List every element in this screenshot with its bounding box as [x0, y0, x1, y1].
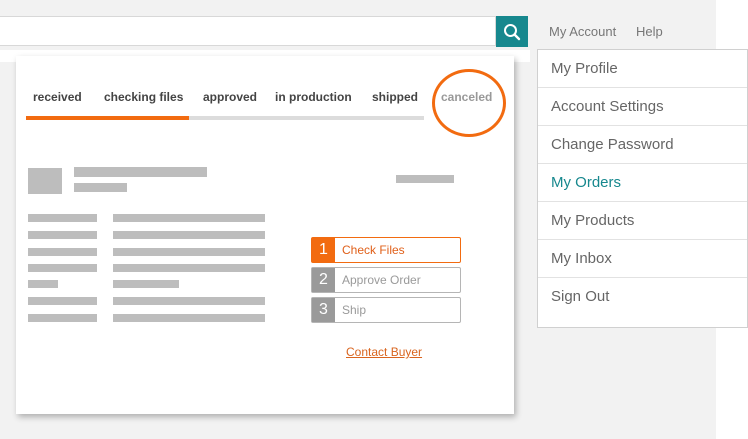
- step-ship-button[interactable]: 3 Ship: [311, 297, 461, 323]
- step-label: Approve Order: [342, 273, 421, 287]
- tab-received[interactable]: received: [33, 90, 82, 104]
- step-label: Check Files: [342, 243, 405, 257]
- step-number: 3: [312, 298, 335, 322]
- step-number: 2: [312, 268, 335, 292]
- contact-buyer-link[interactable]: Contact Buyer: [346, 345, 422, 359]
- value-line: [113, 214, 265, 222]
- order-card: received checking files approved in prod…: [16, 56, 514, 414]
- step-check-files-button[interactable]: 1 Check Files: [311, 237, 461, 263]
- canceled-highlight-circle: [432, 69, 506, 137]
- account-dropdown-menu: My Profile Account Settings Change Passw…: [537, 49, 748, 328]
- price-placeholder: [396, 175, 454, 183]
- my-account-link[interactable]: My Account: [549, 24, 616, 39]
- label-line: [28, 248, 97, 256]
- search-button[interactable]: [496, 16, 528, 47]
- menu-item-change-password[interactable]: Change Password: [538, 126, 747, 164]
- tab-shipped[interactable]: shipped: [372, 90, 418, 104]
- menu-item-my-products[interactable]: My Products: [538, 202, 747, 240]
- value-line: [113, 280, 179, 288]
- menu-item-account-settings[interactable]: Account Settings: [538, 88, 747, 126]
- menu-item-my-inbox[interactable]: My Inbox: [538, 240, 747, 278]
- search-icon: [504, 23, 521, 40]
- search-input[interactable]: [0, 16, 496, 46]
- thumbnail-placeholder: [28, 168, 62, 194]
- label-line: [28, 264, 97, 272]
- value-line: [113, 248, 265, 256]
- menu-item-my-orders[interactable]: My Orders: [538, 164, 747, 202]
- tab-approved[interactable]: approved: [203, 90, 257, 104]
- subtitle-placeholder: [74, 183, 127, 192]
- tab-in-production[interactable]: in production: [275, 90, 352, 104]
- value-line: [113, 231, 265, 239]
- menu-item-my-profile[interactable]: My Profile: [538, 50, 747, 88]
- title-placeholder: [74, 167, 207, 177]
- label-line: [28, 297, 97, 305]
- value-line: [113, 314, 265, 322]
- help-link[interactable]: Help: [636, 24, 663, 39]
- status-progress-track: [26, 116, 424, 120]
- label-line: [28, 214, 97, 222]
- menu-item-sign-out[interactable]: Sign Out: [538, 278, 747, 315]
- label-line: [28, 280, 58, 288]
- label-line: [28, 314, 97, 322]
- step-approve-order-button[interactable]: 2 Approve Order: [311, 267, 461, 293]
- value-line: [113, 264, 265, 272]
- label-line: [28, 231, 97, 239]
- step-label: Ship: [342, 303, 367, 317]
- step-number: 1: [312, 238, 335, 262]
- value-line: [113, 297, 265, 305]
- status-progress-fill: [26, 116, 190, 120]
- tab-checking-files[interactable]: checking files: [104, 90, 183, 104]
